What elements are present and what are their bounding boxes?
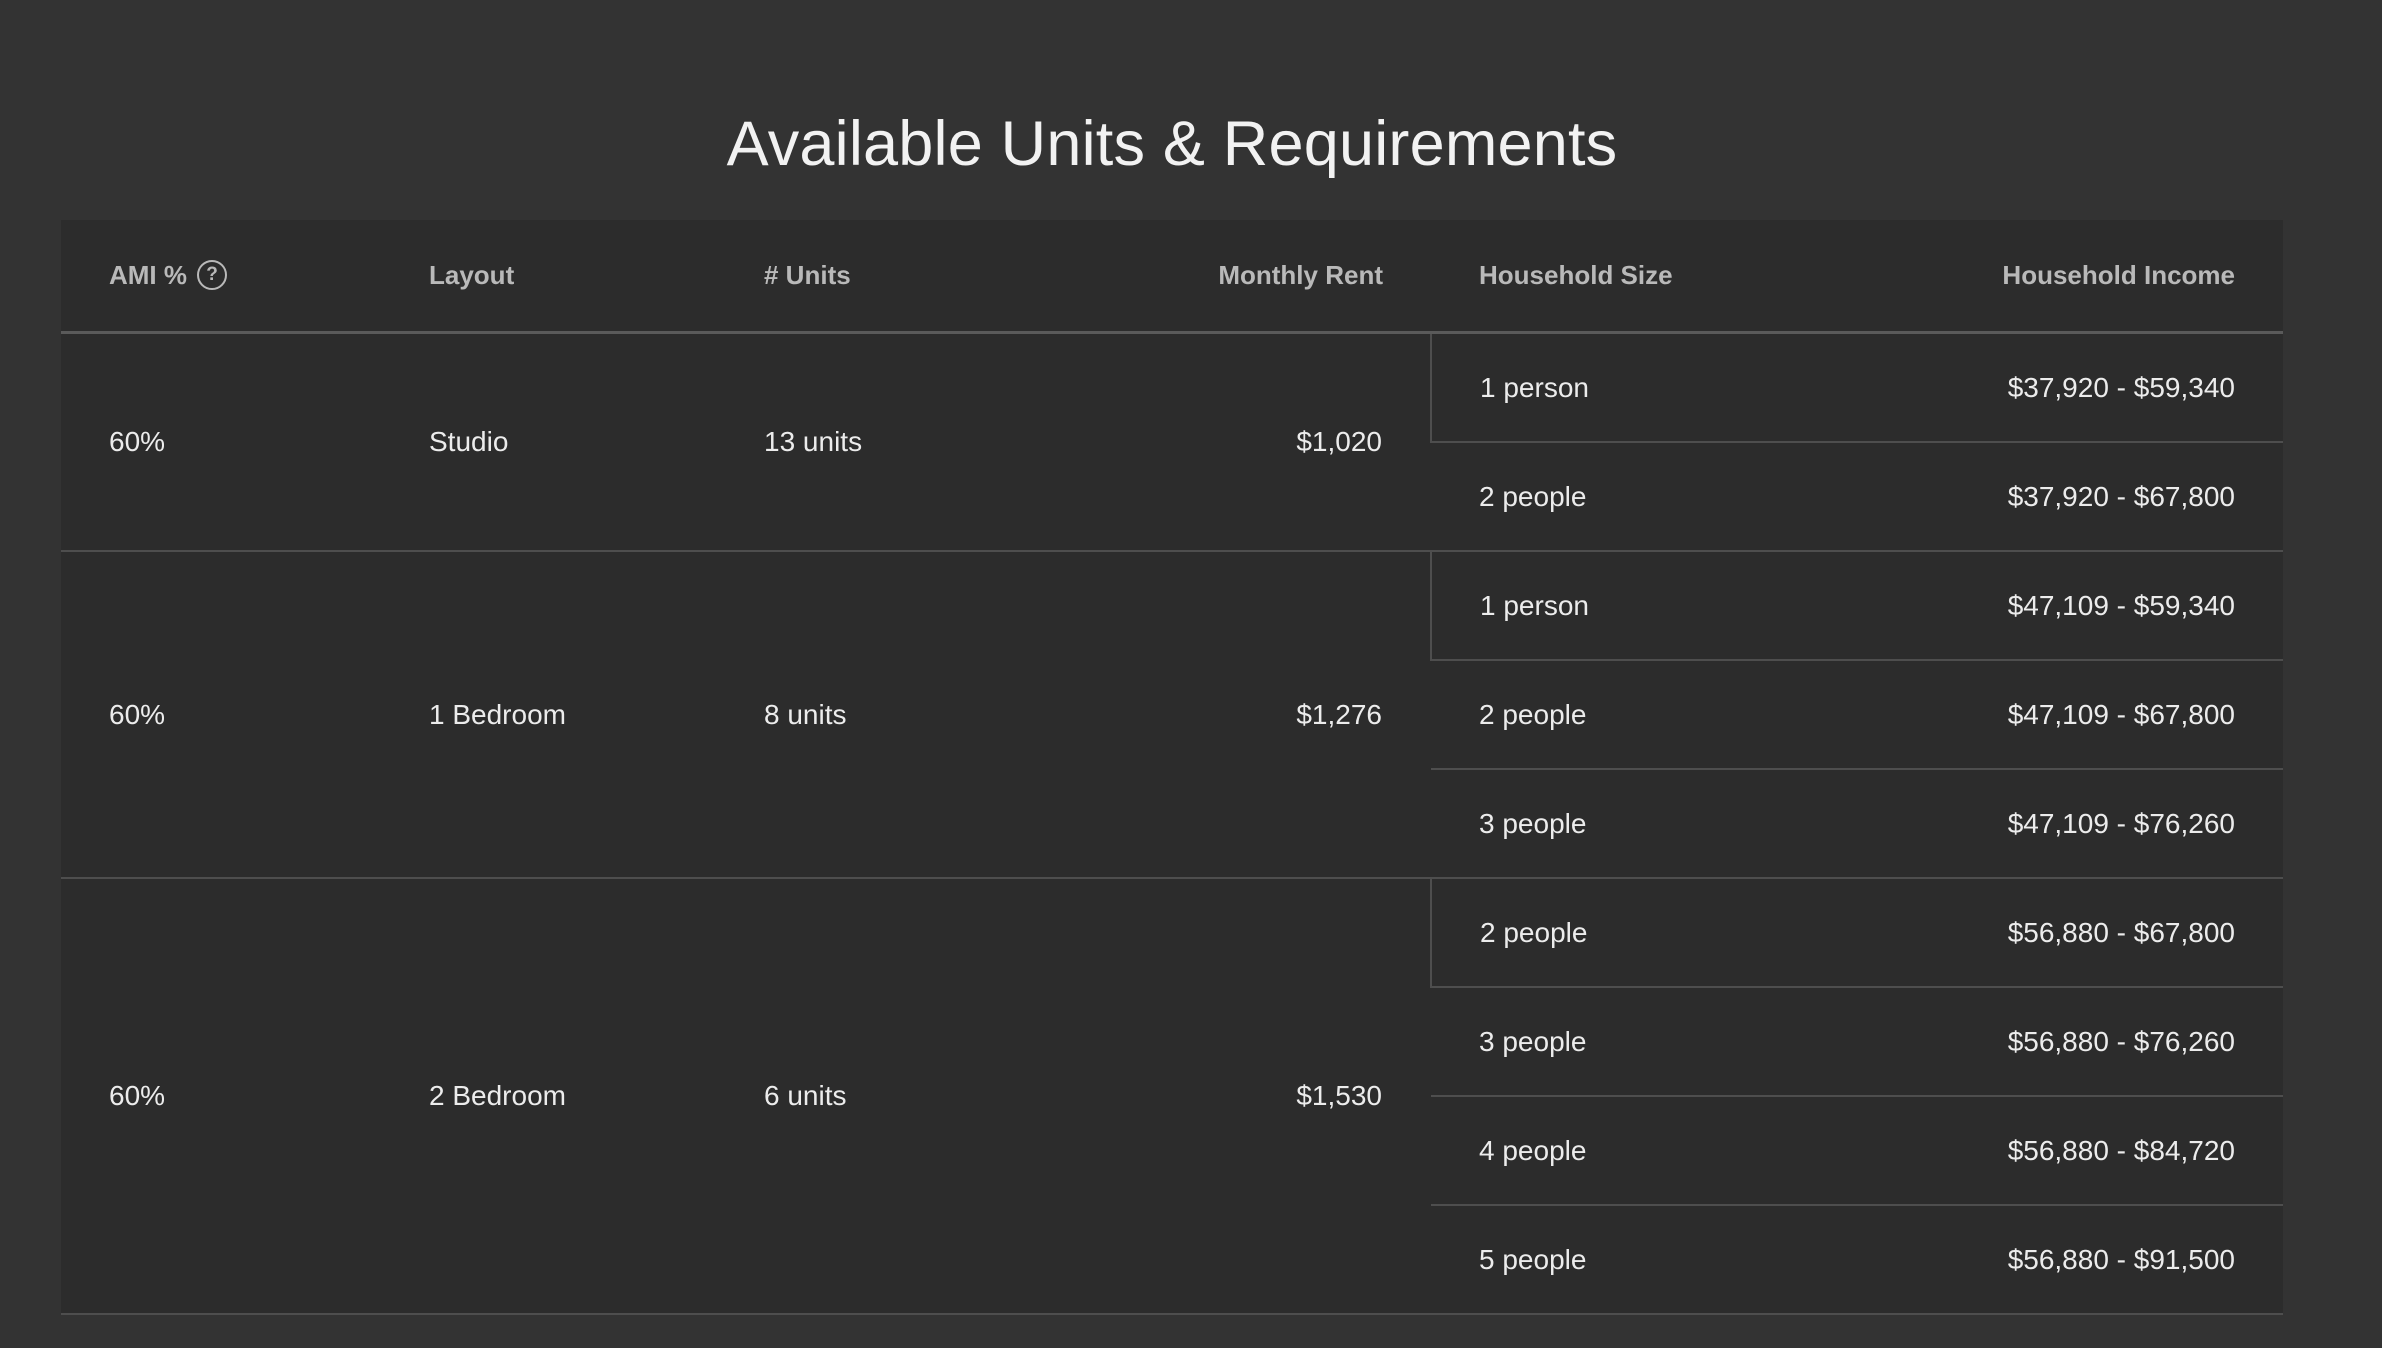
question-circle-icon[interactable]: ? — [197, 260, 227, 290]
cell-household-income: $56,880 - $76,260 — [1861, 987, 2283, 1097]
cell-units: 6 units — [716, 878, 1051, 1315]
cell-units: 13 units — [716, 332, 1051, 552]
header-household-size: Household Size — [1431, 220, 1861, 334]
units-table: AMI %? Layout # Units Monthly Rent House… — [61, 220, 2283, 1315]
cell-household-size: 1 person — [1430, 332, 1861, 443]
cell-household-income: $47,109 - $67,800 — [1861, 660, 2283, 770]
cell-layout: Studio — [381, 332, 716, 552]
cell-household-size: 3 people — [1431, 769, 1861, 879]
cell-household-size: 2 people — [1431, 660, 1861, 770]
cell-household-size: 3 people — [1431, 987, 1861, 1097]
cell-household-income: $56,880 - $84,720 — [1861, 1096, 2283, 1206]
cell-layout: 2 Bedroom — [381, 878, 716, 1315]
cell-rent: $1,276 — [1051, 551, 1431, 879]
cell-household-size: 2 people — [1431, 442, 1861, 552]
header-units: # Units — [716, 220, 1051, 334]
table-row: 60% 2 Bedroom 6 units $1,530 2 people $56,880… — [61, 878, 2283, 1315]
cell-rent: $1,530 — [1051, 878, 1431, 1315]
cell-household-income: $56,880 - $91,500 — [1861, 1205, 2283, 1315]
page: Available Units & Requirements AMI %? La… — [0, 0, 2382, 1348]
header-ami-label: AMI % — [109, 260, 187, 290]
table-row: 60% Studio 13 units $1,020 1 person $37,920 -… — [61, 332, 2283, 552]
header-ami: AMI %? — [61, 220, 381, 334]
cell-ami: 60% — [61, 332, 381, 552]
cell-household-size: 2 people — [1430, 878, 1861, 988]
table-body: 60% Studio 13 units $1,020 1 person $37,920 -… — [61, 332, 2283, 1315]
header-layout: Layout — [381, 220, 716, 334]
cell-household-size: 1 person — [1430, 551, 1861, 661]
cell-layout: 1 Bedroom — [381, 551, 716, 879]
cell-household-income: $37,920 - $67,800 — [1861, 442, 2283, 552]
table-header: AMI %? Layout # Units Monthly Rent House… — [61, 220, 2283, 334]
cell-rent: $1,020 — [1051, 332, 1431, 552]
cell-ami: 60% — [61, 878, 381, 1315]
table-row: 60% 1 Bedroom 8 units $1,276 1 person $47,109… — [61, 551, 2283, 879]
cell-household-income: $47,109 - $59,340 — [1861, 551, 2283, 661]
cell-household-income: $56,880 - $67,800 — [1861, 878, 2283, 988]
cell-household-size: 4 people — [1431, 1096, 1861, 1206]
cell-household-income: $37,920 - $59,340 — [1861, 332, 2283, 443]
header-row: AMI %? Layout # Units Monthly Rent House… — [61, 220, 2283, 334]
cell-units: 8 units — [716, 551, 1051, 879]
header-rent: Monthly Rent — [1051, 220, 1431, 334]
page-title: Available Units & Requirements — [726, 109, 1618, 180]
cell-ami: 60% — [61, 551, 381, 879]
header-household-income: Household Income — [1861, 220, 2283, 334]
cell-household-income: $47,109 - $76,260 — [1861, 769, 2283, 879]
cell-household-size: 5 people — [1431, 1205, 1861, 1315]
